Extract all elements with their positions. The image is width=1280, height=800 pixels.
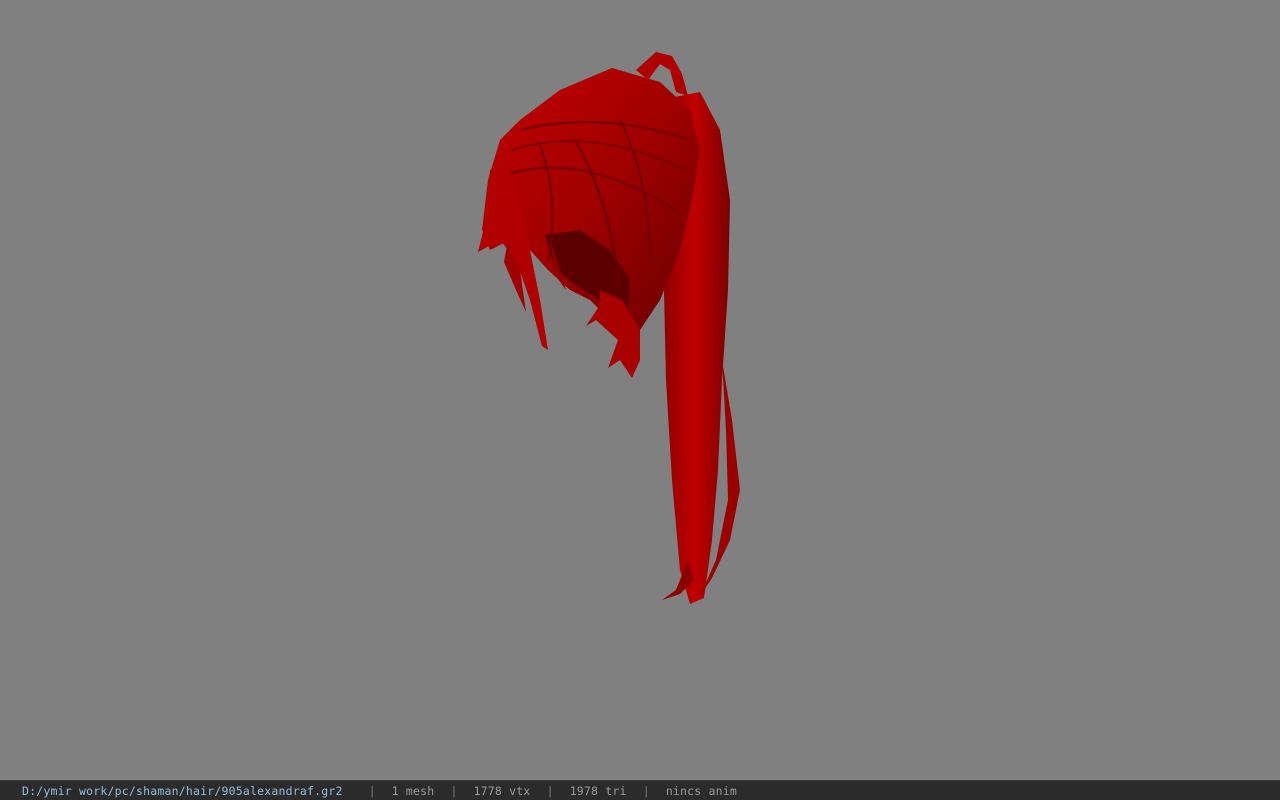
separator: | — [546, 783, 554, 798]
3d-viewport[interactable] — [0, 0, 1280, 780]
hair-model — [478, 52, 740, 604]
vertex-count: 1778 vtx — [473, 783, 531, 798]
separator: | — [450, 783, 458, 798]
mesh-count: 1 mesh — [391, 783, 435, 798]
separator: | — [642, 783, 650, 798]
animation-status: nincs anim — [665, 783, 738, 798]
file-path: D:/ymir work/pc/shaman/hair/905alexandra… — [22, 783, 343, 798]
separator: | — [368, 783, 376, 798]
status-bar: D:/ymir work/pc/shaman/hair/905alexandra… — [0, 780, 1280, 800]
triangle-count: 1978 tri — [569, 783, 627, 798]
